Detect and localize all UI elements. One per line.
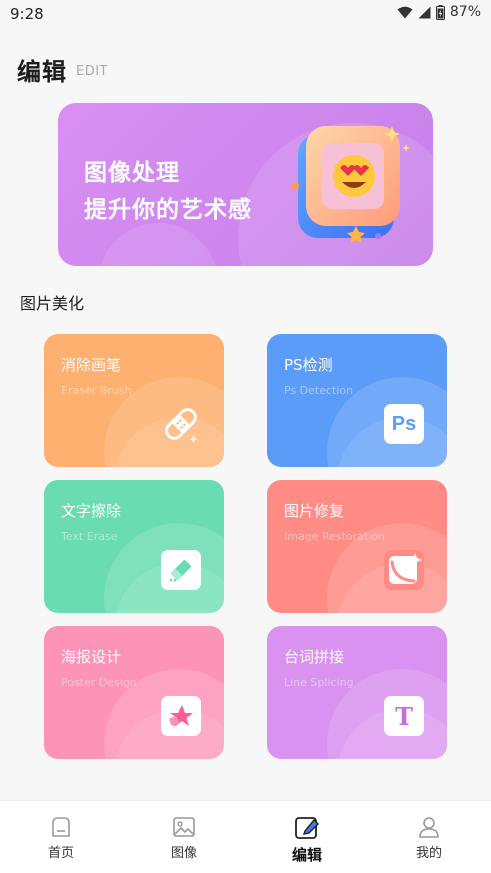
tool-subtitle: Text Erase (61, 530, 118, 543)
section-title: 图片美化 (20, 294, 85, 313)
status-bar: 9:28 87% (0, 0, 491, 28)
star-shape-icon (161, 696, 201, 736)
edit-icon (295, 817, 319, 839)
emoji-frame-illustration (291, 126, 410, 243)
tool-title: 消除画笔 (61, 356, 122, 374)
wifi-icon (397, 6, 413, 18)
banner-decoration (98, 223, 218, 266)
tool-card-poster-design[interactable]: 海报设计 Poster Design (44, 626, 224, 759)
promo-banner[interactable]: 图像处理 提升你的艺术感 (58, 103, 433, 266)
tool-card-ps-detection[interactable]: PS检测 Ps Detection Ps (267, 334, 447, 467)
tool-title: PS检测 (284, 356, 333, 374)
signal-icon (418, 6, 431, 18)
nav-tab-home[interactable]: 首页 (31, 815, 91, 861)
status-icons: 87% (397, 4, 481, 20)
tool-title: 海报设计 (61, 648, 122, 666)
tool-subtitle: Image Restoration (284, 530, 385, 543)
tool-card-eraser-brush[interactable]: 消除画笔 Eraser Brush (44, 334, 224, 467)
tool-title: 文字擦除 (61, 502, 122, 520)
sparkle-image-icon (384, 550, 424, 590)
nav-label: 首页 (47, 846, 74, 861)
tool-card-image-restoration[interactable]: 图片修复 Image Restoration (267, 480, 447, 613)
bottom-navigation: 首页 图像 编辑 我的 (0, 800, 491, 873)
battery-icon (435, 4, 445, 20)
ps-icon: Ps (384, 404, 424, 444)
tool-subtitle: Poster Design (61, 676, 137, 689)
tool-subtitle: Ps Detection (284, 384, 354, 397)
battery-percent: 87% (449, 4, 481, 20)
image-icon (173, 817, 195, 837)
tool-card-text-erase[interactable]: 文字擦除 Text Erase (44, 480, 224, 613)
nav-label: 图像 (170, 846, 197, 861)
eraser-icon (161, 550, 201, 590)
tool-title: 台词拼接 (284, 648, 345, 666)
banner-line-1: 图像处理 (84, 160, 180, 186)
status-time: 9:28 (10, 5, 44, 23)
nav-label: 编辑 (291, 846, 322, 864)
tool-title: 图片修复 (284, 502, 345, 520)
home-icon (52, 817, 70, 837)
text-t-icon: T (384, 696, 424, 736)
user-icon (419, 817, 439, 838)
tool-subtitle: Eraser Brush (61, 384, 132, 397)
nav-label: 我的 (415, 846, 442, 861)
nav-tab-images[interactable]: 图像 (154, 815, 214, 861)
tool-card-line-splicing[interactable]: 台词拼接 Line Splicing T (267, 626, 447, 759)
nav-tab-edit[interactable]: 编辑 (277, 815, 337, 865)
bandage-icon (161, 404, 201, 444)
tool-subtitle: Line Splicing (284, 676, 354, 689)
banner-line-2: 提升你的艺术感 (84, 197, 252, 223)
nav-tab-mine[interactable]: 我的 (399, 815, 459, 861)
page-title: 编辑 (17, 58, 67, 86)
page-subtitle: EDIT (76, 64, 108, 79)
